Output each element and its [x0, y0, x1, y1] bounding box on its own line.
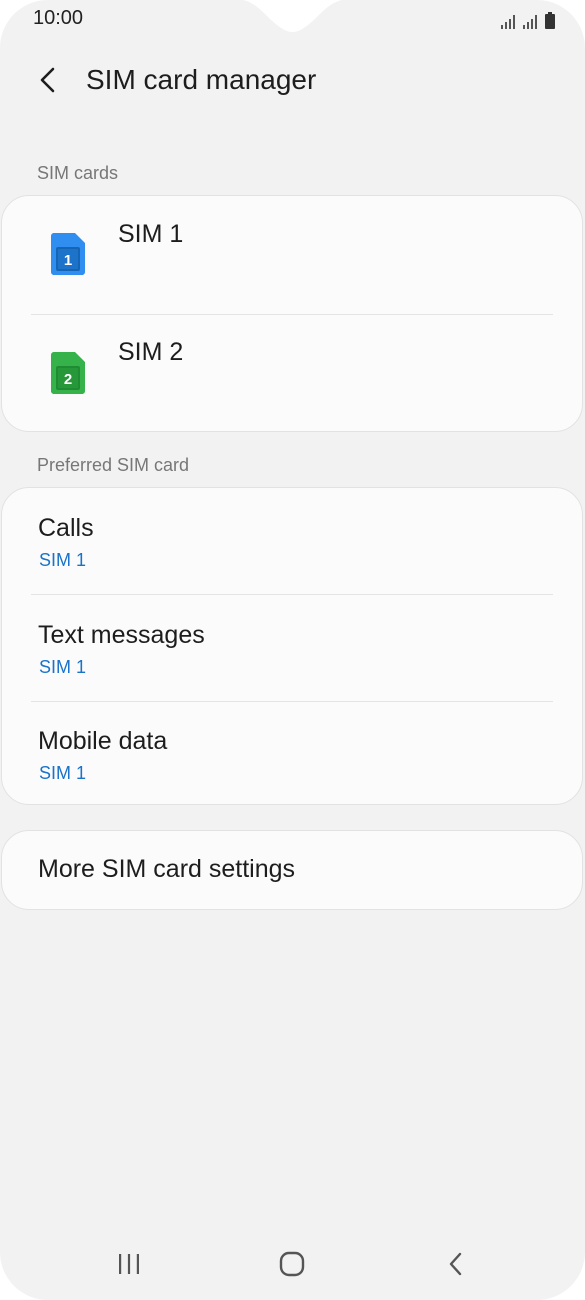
chevron-left-icon — [40, 67, 55, 93]
sim-label: SIM 2 — [118, 338, 184, 366]
sim-cards-card: 1 SIM 1 2 SIM 2 — [1, 195, 583, 432]
battery-icon — [545, 12, 555, 29]
preferred-item-value: SIM 1 — [39, 550, 87, 570]
sim-badge-number: 2 — [64, 371, 72, 388]
preferred-sim-card: Calls SIM 1 Text messages SIM 1 Mobile d… — [1, 487, 583, 805]
sim-label: SIM 1 — [118, 220, 184, 248]
app-bar: SIM card manager — [0, 52, 585, 110]
home-icon — [279, 1251, 305, 1277]
preferred-item-title: Text messages — [38, 621, 205, 649]
recent-apps-button[interactable] — [99, 1234, 159, 1294]
sim-card-item-1[interactable]: 1 SIM 1 — [2, 196, 582, 314]
preferred-item-title: Calls — [38, 514, 94, 542]
recent-apps-icon — [119, 1254, 139, 1274]
phone-screen: 10:00 SIM card manager SIM cards 1 SIM 1… — [0, 0, 585, 1300]
sim-card-icon: 1 — [51, 233, 85, 275]
home-button[interactable] — [262, 1234, 322, 1294]
nav-back-button[interactable] — [426, 1234, 486, 1294]
page-title: SIM card manager — [86, 64, 317, 95]
status-time: 10:00 — [33, 7, 84, 29]
more-sim-card-settings-button[interactable]: More SIM card settings — [1, 830, 583, 910]
camera-notch — [242, 0, 343, 32]
section-header-sim-cards: SIM cards — [37, 163, 119, 183]
preferred-item-value: SIM 1 — [39, 763, 87, 783]
preferred-item-calls[interactable]: Calls SIM 1 — [2, 488, 582, 594]
sim-card-item-2[interactable]: 2 SIM 2 — [2, 315, 582, 431]
back-icon — [449, 1252, 462, 1276]
sim-card-icon: 2 — [51, 352, 85, 394]
status-bar: 10:00 — [0, 0, 585, 40]
preferred-item-text-messages[interactable]: Text messages SIM 1 — [2, 595, 582, 701]
signal-strength-icon — [523, 15, 537, 29]
signal-strength-icon — [501, 15, 515, 29]
preferred-item-mobile-data[interactable]: Mobile data SIM 1 — [2, 702, 582, 804]
back-button[interactable] — [26, 58, 70, 102]
preferred-item-value: SIM 1 — [39, 657, 87, 677]
sim-badge-number: 1 — [64, 252, 72, 269]
navigation-bar — [0, 1234, 585, 1294]
status-icons — [501, 9, 555, 29]
section-header-preferred-sim: Preferred SIM card — [37, 455, 190, 475]
more-sim-card-settings-label: More SIM card settings — [38, 855, 296, 883]
preferred-item-title: Mobile data — [38, 727, 168, 755]
